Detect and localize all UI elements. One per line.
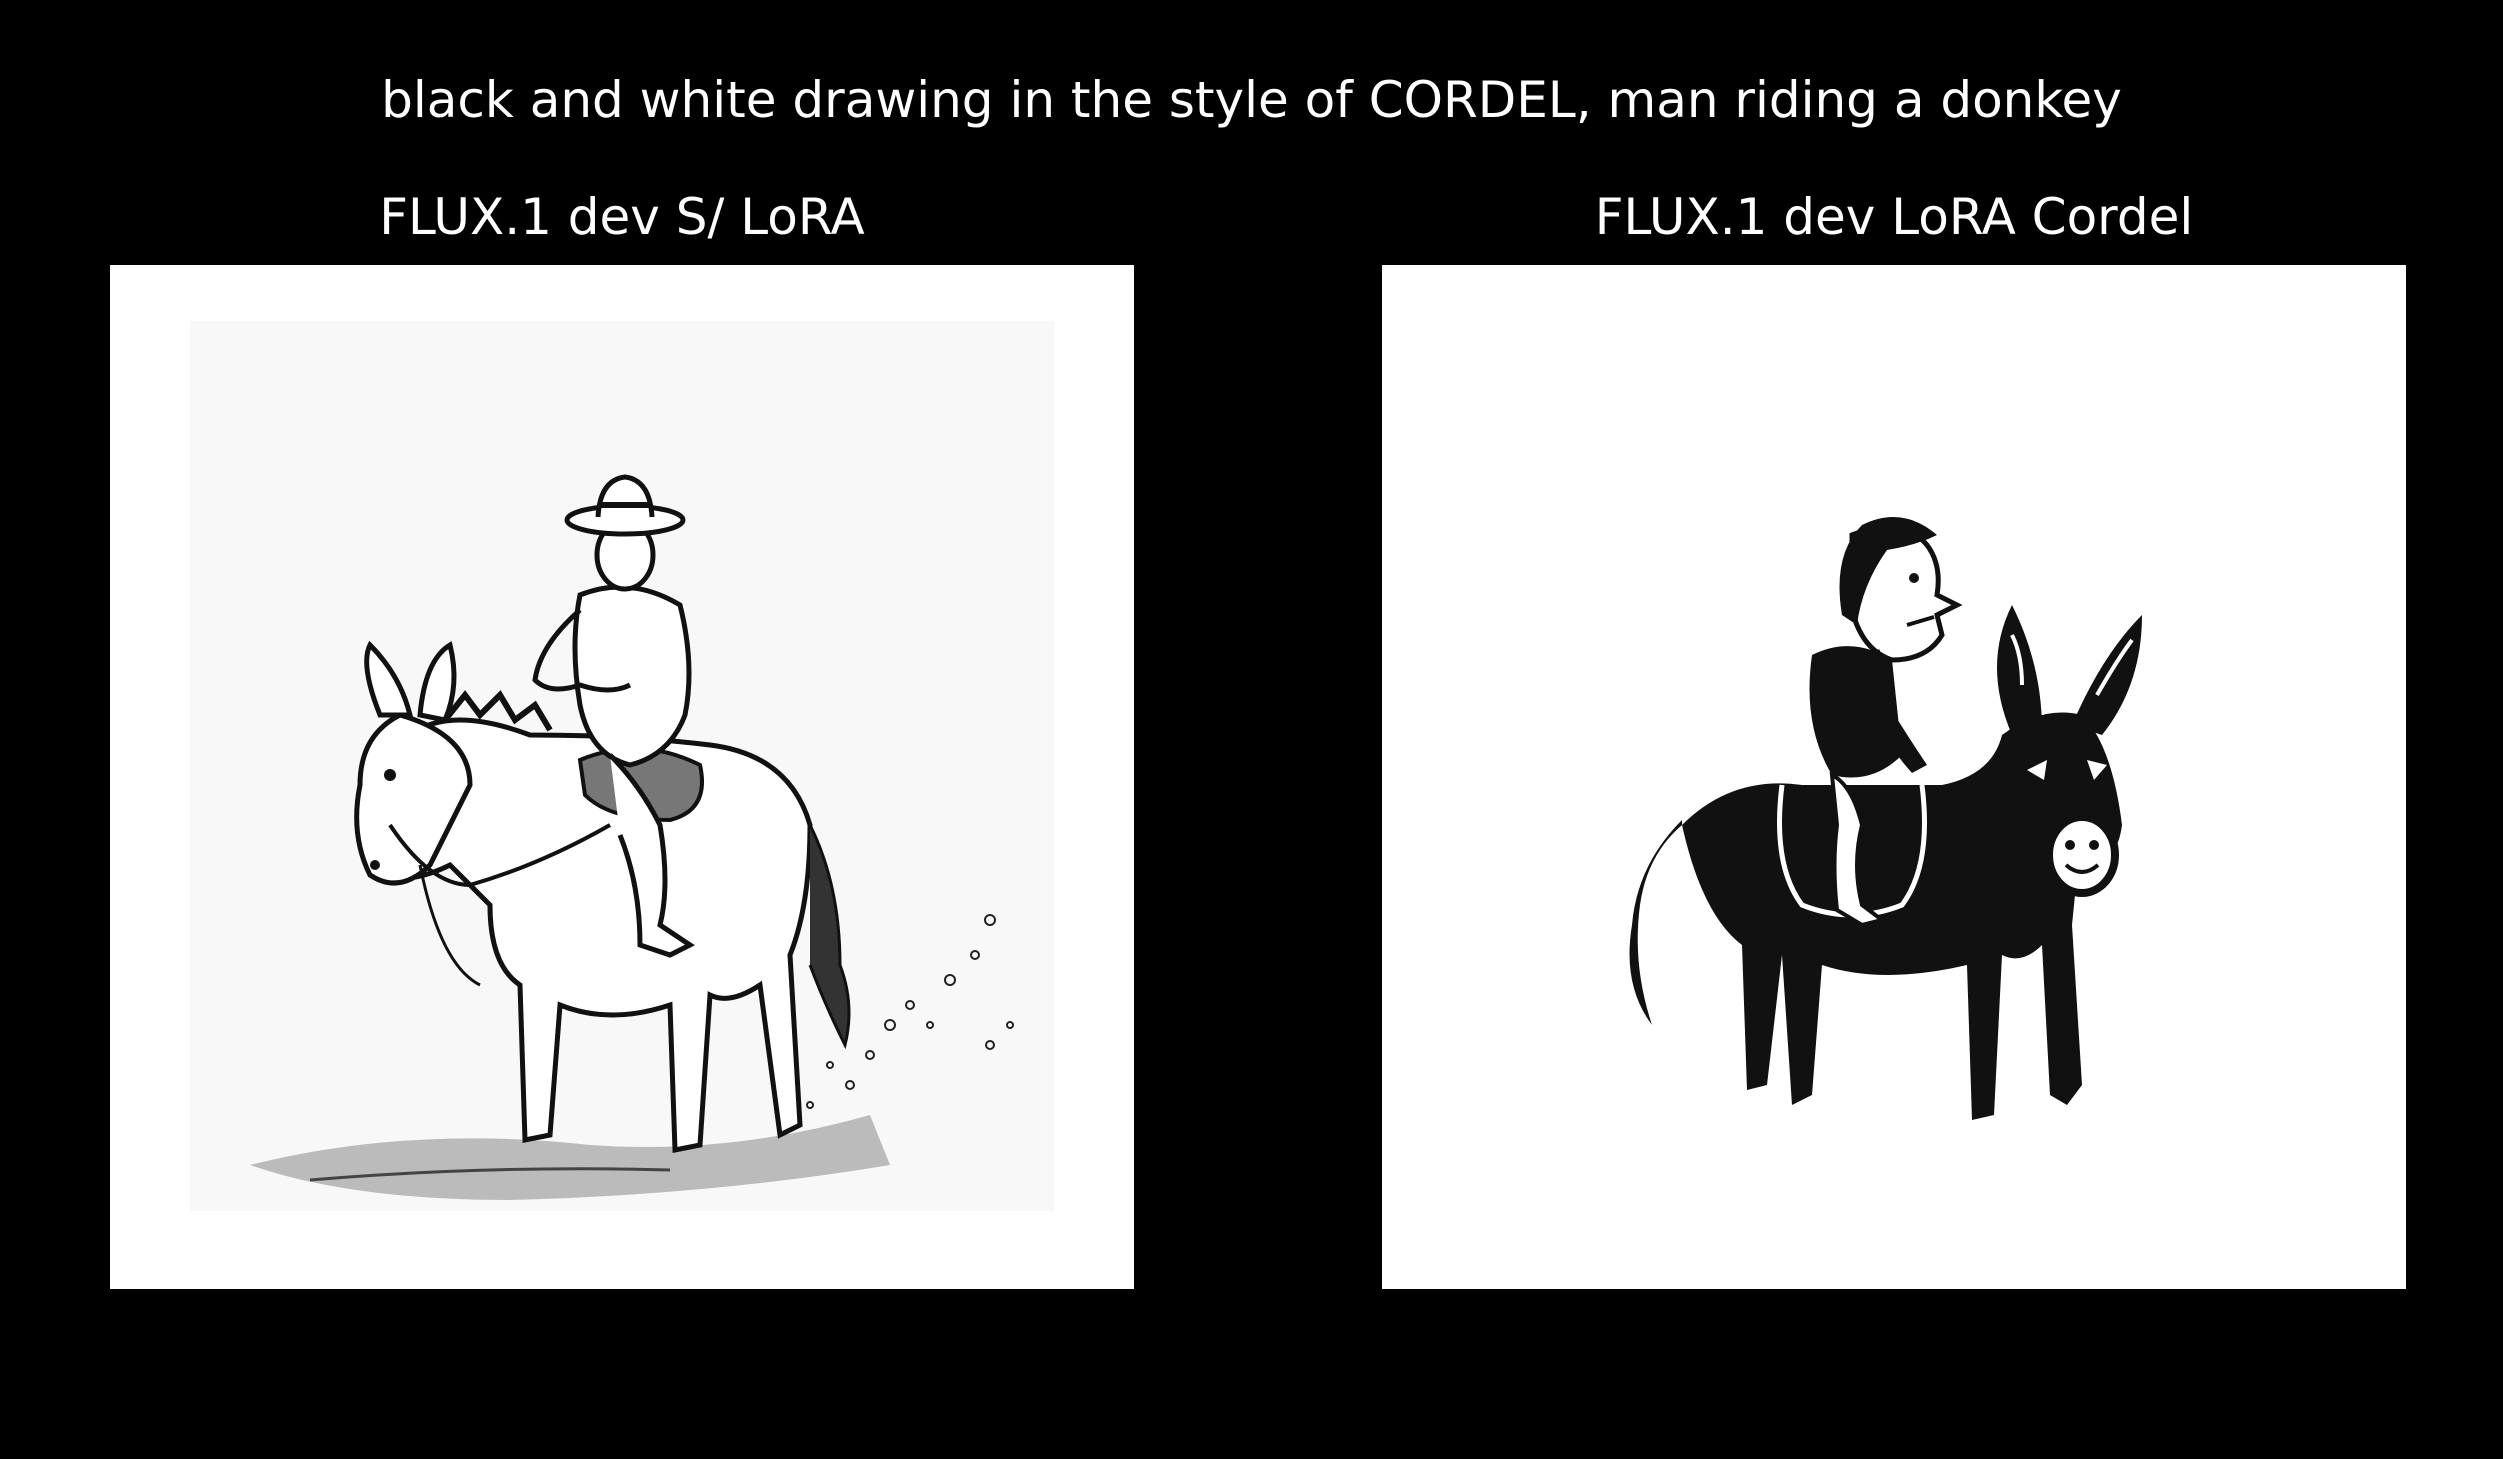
- cordel-woodcut-man-riding-donkey-illustration: [1629, 517, 2142, 1120]
- left-panel-label: FLUX.1 dev S/ LoRA: [379, 188, 865, 246]
- sketch-man-riding-donkey-illustration: [190, 321, 1054, 1211]
- left-image-panel: [110, 265, 1134, 1289]
- prompt-caption: black and white drawing in the style of …: [381, 71, 2122, 129]
- right-panel-label: FLUX.1 dev LoRA Cordel: [1594, 188, 2194, 246]
- right-image-panel: [1382, 265, 2406, 1289]
